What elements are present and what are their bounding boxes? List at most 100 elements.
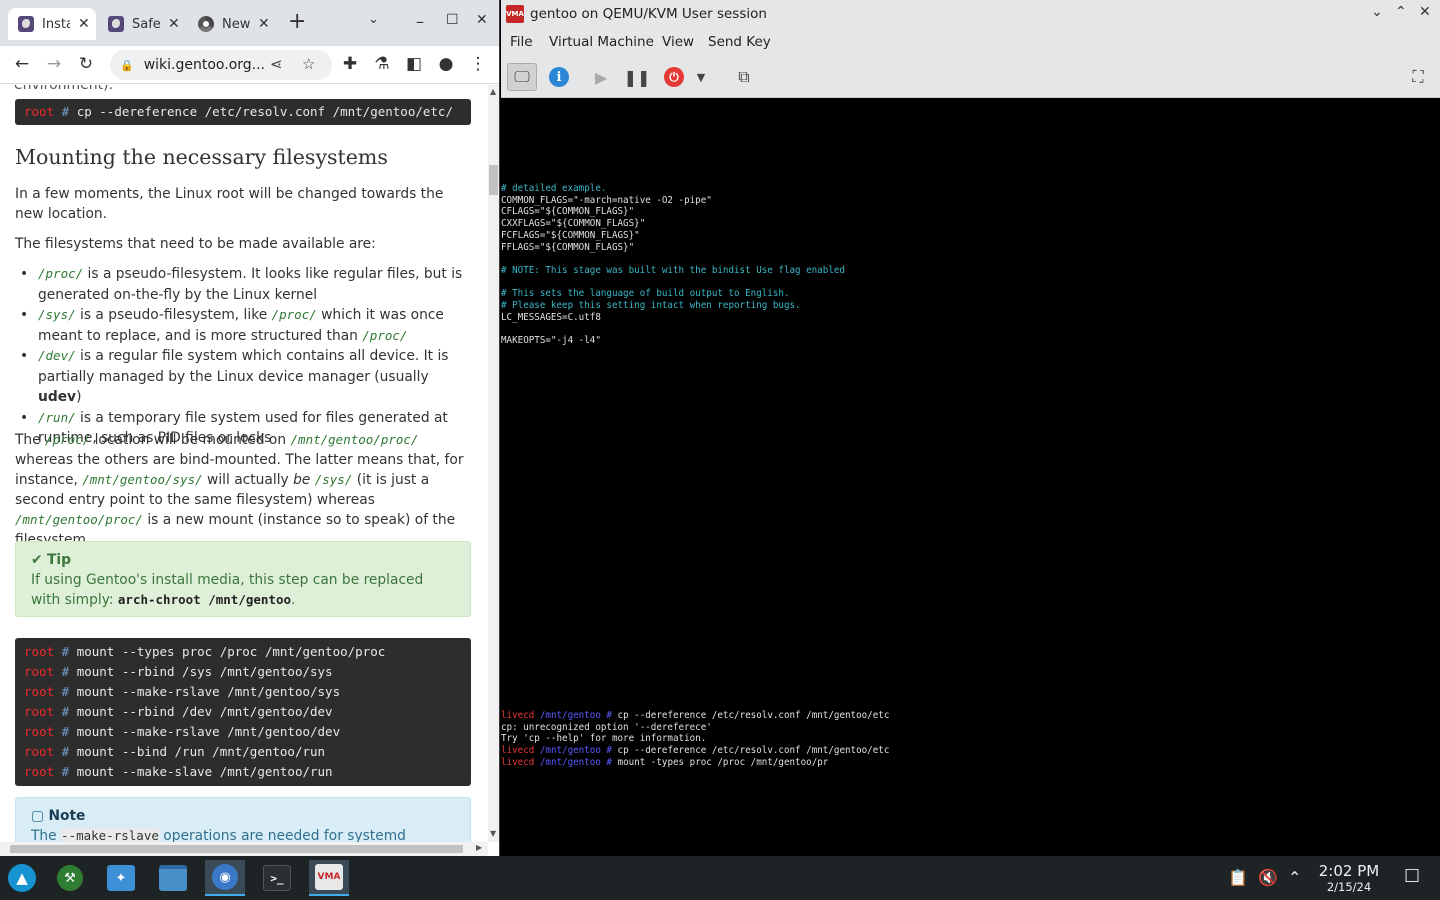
console-prompt: livecd [501,710,540,721]
tab-install[interactable]: Insta ✕ [8,8,96,40]
scroll-thumb[interactable] [10,845,463,853]
horizontal-scrollbar[interactable]: ▶ [0,842,488,856]
scroll-up-icon[interactable]: ▲ [490,87,496,96]
details-button[interactable]: i [544,63,574,91]
code-link[interactable]: /proc/ [272,307,317,322]
shutdown-button[interactable]: ⏻ [659,63,689,91]
filesystem-list: /proc/ is a pseudo-filesystem. It looks … [15,264,473,449]
lab-icon[interactable]: ⚗ [370,52,394,76]
taskbar-app-updates[interactable]: ⚒ [50,860,90,896]
snapshots-button[interactable]: ⧉ [729,63,759,91]
console-command: cp --dereference /etc/resolv.conf /mnt/g… [611,710,890,721]
taskbar-app-chromium[interactable]: ◉ [205,860,245,896]
taskbar-app-terminal[interactable]: >_ [257,860,297,896]
minimize-icon[interactable]: – [416,12,424,31]
paragraph-filesystems: The filesystems that need to be made ava… [15,236,376,252]
clock[interactable]: 2:02 PM 2/15/24 [1312,862,1386,894]
paragraph-proc-mount: The /proc/ location will be mounted on /… [15,430,473,550]
new-tab-icon[interactable]: + [288,9,306,34]
close-icon[interactable]: ✕ [78,16,90,32]
menu-virtual-machine[interactable]: Virtual Machine [549,34,654,50]
address-bar[interactable]: 🔒 wiki.gentoo.org... ⋖ ☆ [110,50,332,80]
note-text: operations are needed for systemd [158,828,406,842]
pause-button[interactable]: ❚❚ [622,63,652,91]
menu-file[interactable]: File [510,34,533,50]
code-link[interactable]: /sys/ [38,307,76,322]
tab-new[interactable]: New ✕ [188,8,276,40]
menu-icon[interactable]: ⋮ [466,52,490,76]
chevron-up-icon[interactable]: ⌃ [1395,4,1407,20]
code-link[interactable]: /mnt/gentoo/sys/ [82,472,202,487]
scroll-down-icon[interactable]: ▼ [490,829,496,838]
snapshot-icon: ⧉ [738,67,750,86]
shutdown-menu-button[interactable]: ▼ [691,63,711,91]
close-window-icon[interactable]: ✕ [476,12,488,28]
gentoo-icon [108,16,124,32]
code-command: mount --make-rslave /mnt/gentoo/dev [76,724,341,739]
close-icon[interactable]: ✕ [1419,4,1431,20]
cut-text: environment). [14,85,114,93]
back-icon[interactable]: ← [10,52,34,76]
console-line: CFLAGS="${COMMON_FLAGS}" [501,206,635,218]
extensions-icon[interactable]: ✚ [338,52,362,76]
console-line: # NOTE: This stage was built with the bi… [501,264,845,276]
note-text: The [31,828,62,842]
fullscreen-button[interactable]: ⛶ [1403,63,1433,91]
run-button[interactable]: ▶ [586,63,616,91]
app-launcher[interactable]: ▲ [2,860,42,896]
code-link[interactable]: /dev/ [38,348,76,363]
window-title: gentoo on QEMU/KVM User session [530,6,767,22]
store-icon: ✦ [107,865,135,891]
code-link[interactable]: /proc/ [45,432,90,447]
scroll-right-icon[interactable]: ▶ [476,843,482,852]
forward-icon[interactable]: → [42,52,66,76]
console-command: cp --dereference /etc/resolv.conf /mnt/g… [611,745,890,757]
vm-console[interactable]: # detailed example. COMMON_FLAGS="-march=… [501,98,1440,856]
code-link[interactable]: /proc/ [362,328,407,343]
maximize-icon[interactable]: ☐ [446,12,459,28]
code-link[interactable]: /mnt/gentoo/proc/ [291,432,419,447]
code-line: root # mount --rbind /dev /mnt/gentoo/de… [24,704,333,719]
virt-manager-icon: VMA [315,864,343,890]
virt-manager-icon: VMA [506,5,524,23]
share-icon[interactable]: ⋖ [270,55,283,73]
gentoo-icon [18,16,34,32]
console-prompt: livecd [501,756,540,768]
chevron-down-icon[interactable]: ⌄ [1371,4,1383,20]
chevron-up-icon[interactable]: ⌃ [1288,868,1301,887]
code-prompt: root [24,104,55,119]
show-desktop-icon[interactable]: ☐ [1404,866,1420,887]
console-view-button[interactable]: 🖵 [507,63,537,91]
console-line: FCFLAGS="${COMMON_FLAGS}" [501,229,640,241]
note-icon: ▢ [31,808,45,824]
menu-send-key[interactable]: Send Key [708,34,771,50]
caret-down-icon: ▼ [696,70,706,84]
pause-icon: ❚❚ [623,67,651,87]
code-link[interactable]: /run/ [38,410,76,425]
taskbar-app-files[interactable] [153,860,193,896]
code-link[interactable]: /mnt/gentoo/proc/ [15,512,143,527]
volume-muted-icon[interactable]: 🔇 [1258,868,1278,887]
vertical-scrollbar[interactable]: ▲ ▼ [488,85,499,842]
console-prompt: livecd [501,745,540,757]
close-icon[interactable]: ✕ [168,16,180,32]
console-line: livecd /mnt/gentoo # cp --dereference /e… [501,710,889,722]
taskbar-app-store[interactable]: ✦ [101,860,141,896]
clipboard-icon[interactable]: 📋 [1228,868,1248,887]
taskbar-app-virt-manager[interactable]: VMA [309,860,349,896]
star-icon[interactable]: ☆ [302,55,315,73]
menu-view[interactable]: View [662,34,694,50]
code-link[interactable]: /proc/ [38,266,83,281]
code-link[interactable]: /sys/ [315,472,353,487]
browser-toolbar: ← → ↻ 🔒 wiki.gentoo.org... ⋖ ☆ ✚ ⚗ ◧ ● ⋮ [0,46,499,84]
vm-toolbar: 🖵 i ▶ ❚❚ ⏻ ▼ ⧉ ⛶ [501,56,1440,98]
profile-icon[interactable]: ● [434,52,458,76]
clock-time: 2:02 PM [1318,862,1380,880]
tab-safe[interactable]: Safe ✕ [98,8,186,40]
reload-icon[interactable]: ↻ [74,52,98,76]
scroll-thumb[interactable] [489,165,498,195]
side-panel-icon[interactable]: ◧ [402,52,426,76]
tip-box: ✔ Tip If using Gentoo's install media, t… [15,541,471,617]
chevron-down-icon[interactable]: ⌄ [368,12,379,27]
close-icon[interactable]: ✕ [258,16,270,32]
